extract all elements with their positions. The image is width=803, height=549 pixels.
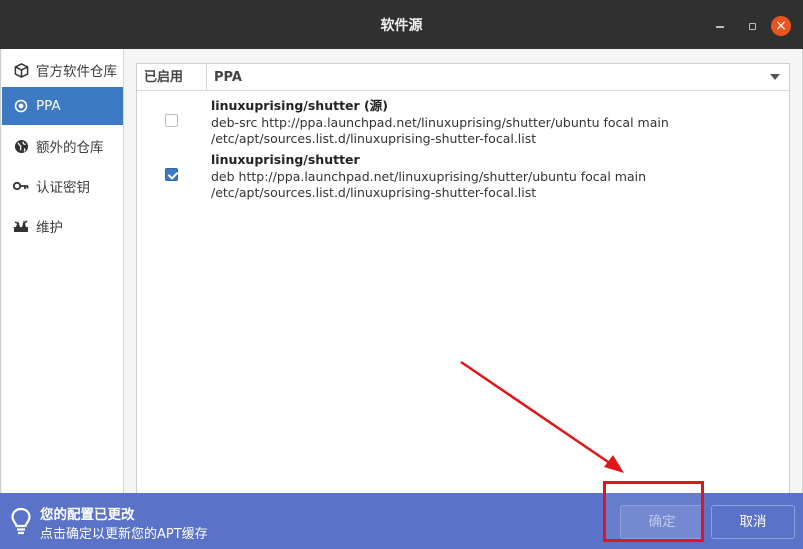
list-item[interactable]: linuxuprising/shutter deb http://ppa.lau… <box>137 152 789 202</box>
ppa-file-path: /etc/apt/sources.list.d/linuxuprising-sh… <box>211 185 537 200</box>
sidebar: 官方软件仓库 PPA 额外的仓库 认证密钥 维护 <box>2 49 124 493</box>
radio-dot-icon <box>12 97 30 115</box>
info-subtitle: 点击确定以更新您的APT缓存 <box>40 527 208 542</box>
ppa-source-line: deb-src http://ppa.launchpad.net/linuxup… <box>211 114 669 130</box>
enabled-checkbox[interactable] <box>165 168 178 181</box>
globe-icon <box>12 137 30 155</box>
sidebar-item-maintenance[interactable]: 维护 <box>2 207 123 245</box>
maximize-icon <box>748 22 756 30</box>
column-header-ppa[interactable]: PPA <box>208 64 789 90</box>
sidebar-item-label: 认证密钥 <box>36 180 90 196</box>
ppa-list: 已启用 PPA linuxuprising/shutter (源) deb-sr… <box>136 63 790 493</box>
sidebar-item-label: 维护 <box>36 220 63 236</box>
window-title: 软件源 <box>380 18 423 34</box>
sort-arrow-icon <box>770 74 780 80</box>
ppa-file-path: /etc/apt/sources.list.d/linuxuprising-sh… <box>211 131 537 146</box>
ppa-name: linuxuprising/shutter <box>211 152 360 167</box>
window-body: 官方软件仓库 PPA 额外的仓库 认证密钥 维护 已启用 PPA linuxup… <box>0 49 803 493</box>
sidebar-item-label: 官方软件仓库 <box>36 64 117 80</box>
maximize-button[interactable] <box>744 18 760 34</box>
close-icon: × <box>775 18 787 34</box>
column-header-enabled[interactable]: 已启用 <box>137 64 207 90</box>
lightbulb-icon <box>11 507 31 535</box>
minimize-icon <box>716 26 724 28</box>
list-item[interactable]: linuxuprising/shutter (源) deb-src http:/… <box>137 98 789 148</box>
sidebar-item-label: 额外的仓库 <box>36 140 104 156</box>
ppa-name: linuxuprising/shutter (源) <box>211 98 388 113</box>
sidebar-item-auth-keys[interactable]: 认证密钥 <box>2 167 123 205</box>
list-item-text: linuxuprising/shutter (源) deb-src http:/… <box>211 98 669 148</box>
sidebar-item-official-repos[interactable]: 官方软件仓库 <box>2 51 123 89</box>
list-item-text: linuxuprising/shutter deb http://ppa.lau… <box>211 152 646 202</box>
package-icon <box>12 61 30 79</box>
close-button[interactable]: × <box>771 16 791 36</box>
column-header-label: PPA <box>214 70 242 85</box>
enabled-checkbox[interactable] <box>165 114 178 127</box>
list-header: 已启用 PPA <box>137 64 789 91</box>
minimize-button[interactable] <box>712 18 728 34</box>
key-icon <box>12 177 30 195</box>
title-bar: 软件源 × <box>0 0 803 49</box>
info-title: 您的配置已更改 <box>40 507 135 523</box>
sidebar-item-label: PPA <box>36 98 61 114</box>
highlight-box <box>603 481 704 542</box>
sidebar-item-extra-repos[interactable]: 额外的仓库 <box>2 127 123 165</box>
ppa-source-line: deb http://ppa.launchpad.net/linuxuprisi… <box>211 168 646 184</box>
cancel-button[interactable]: 取消 <box>711 505 795 539</box>
sidebar-item-ppa[interactable]: PPA <box>2 87 123 125</box>
tools-icon <box>12 217 30 235</box>
